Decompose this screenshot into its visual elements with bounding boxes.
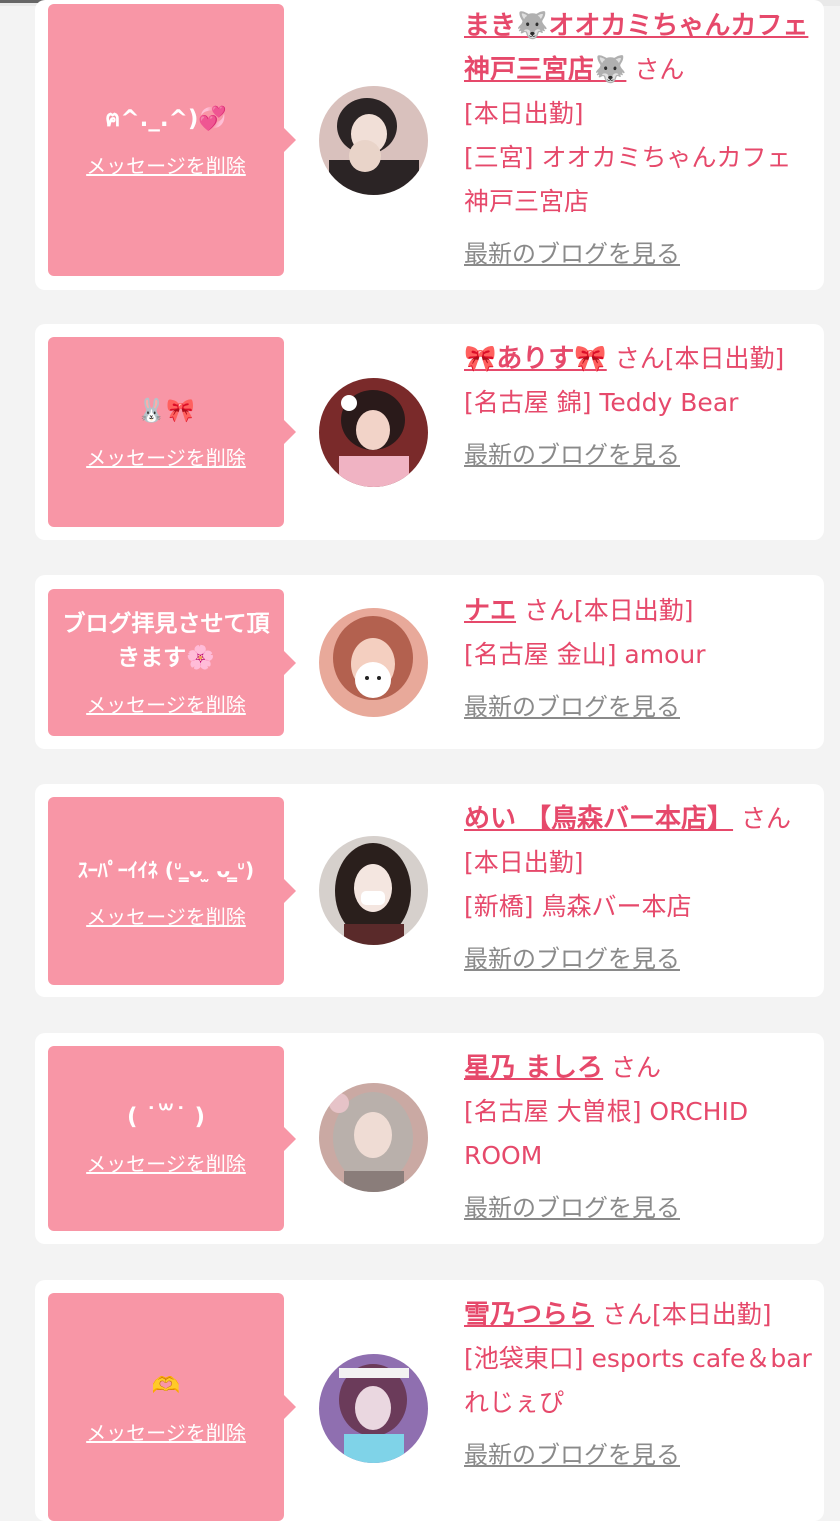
latest-blog-link[interactable]: 最新のブログを見る <box>464 937 680 981</box>
status-text: [本日出勤] <box>464 99 584 128</box>
avatar[interactable] <box>319 1354 428 1463</box>
message-bubble: ฅ^._.^)💞 メッセージを削除 <box>48 4 296 276</box>
info-block: ナエ さん[本日出勤] [名古屋 金山] amour 最新のブログを見る <box>464 589 814 729</box>
message-text: ブログ拝見させて頂きます🌸 <box>62 611 270 671</box>
message-text: 🐰🎀 <box>137 397 195 424</box>
delete-message-link[interactable]: メッセージを削除 <box>86 901 246 930</box>
honorific: さん <box>741 804 792 833</box>
delete-message-link[interactable]: メッセージを削除 <box>86 1148 246 1177</box>
cast-name-link[interactable]: 雪乃つらら <box>464 1300 594 1330</box>
info-block: めい 【鳥森バー本店】 さん [本日出勤] [新橋] 鳥森バー本店 最新のブログを… <box>464 797 814 981</box>
shop-location: [三宮] オオカミちゃんカフェ神戸三宮店 <box>464 143 792 216</box>
cast-name-link[interactable]: めい 【鳥森バー本店】 <box>464 804 733 834</box>
message-text: 🫶 <box>151 1372 181 1399</box>
message-text: ( ˙꒳​˙ ) <box>126 1104 205 1130</box>
message-card: ( ˙꒳​˙ ) メッセージを削除 星乃 ましろ さん [名古屋 大曽根] OR… <box>35 1033 824 1244</box>
avatar[interactable] <box>319 836 428 945</box>
honorific: さん <box>601 1300 652 1329</box>
latest-blog-link[interactable]: 最新のブログを見る <box>464 232 680 276</box>
message-bubble: 🫶 メッセージを削除 <box>48 1293 296 1521</box>
cast-name-link[interactable]: ナエ <box>464 596 516 626</box>
avatar[interactable] <box>319 86 428 195</box>
shop-location: [新橋] 鳥森バー本店 <box>464 892 692 921</box>
message-card: 🫶 メッセージを削除 雪乃つらら さん[本日出勤] [池袋東口] esports… <box>35 1280 824 1521</box>
status-text: [本日出勤] <box>573 596 694 625</box>
delete-message-link[interactable]: メッセージを削除 <box>86 150 246 179</box>
latest-blog-link[interactable]: 最新のブログを見る <box>464 433 680 477</box>
cast-name-link[interactable]: 星乃 ましろ <box>464 1053 603 1083</box>
shop-location: [名古屋 金山] amour <box>464 640 706 669</box>
message-bubble: ｽｰﾊﾟｰｲｲﾈ (ᐡ ̳ᴗ ̫ ᴗ ̳ᐡ) メッセージを削除 <box>48 797 296 985</box>
shop-location: [名古屋 錦] Teddy Bear <box>464 388 739 417</box>
delete-message-link[interactable]: メッセージを削除 <box>86 442 246 471</box>
avatar[interactable] <box>319 378 428 487</box>
latest-blog-link[interactable]: 最新のブログを見る <box>464 1186 680 1230</box>
info-block: 星乃 ましろ さん [名古屋 大曽根] ORCHID ROOM 最新のブログを見… <box>464 1046 814 1230</box>
avatar[interactable] <box>319 1083 428 1192</box>
delete-message-link[interactable]: メッセージを削除 <box>86 689 246 718</box>
status-text: [本日出勤] <box>651 1300 772 1329</box>
avatar[interactable] <box>319 608 428 717</box>
honorific: さん <box>611 1053 662 1082</box>
message-bubble: ( ˙꒳​˙ ) メッセージを削除 <box>48 1046 296 1231</box>
info-block: 雪乃つらら さん[本日出勤] [池袋東口] esports cafe＆bar れ… <box>464 1293 814 1477</box>
honorific: さん <box>614 344 665 373</box>
status-text: [本日出勤] <box>464 848 584 877</box>
message-card: ブログ拝見させて頂きます🌸 メッセージを削除 ナエ さん[本日出勤] [名古屋 … <box>35 575 824 749</box>
status-text: [本日出勤] <box>664 344 785 373</box>
delete-message-link[interactable]: メッセージを削除 <box>86 1417 246 1446</box>
shop-location: [池袋東口] esports cafe＆bar れじぇぴ <box>464 1344 812 1417</box>
message-text: ฅ^._.^)💞 <box>104 105 228 132</box>
latest-blog-link[interactable]: 最新のブログを見る <box>464 1433 680 1477</box>
message-bubble: ブログ拝見させて頂きます🌸 メッセージを削除 <box>48 589 296 736</box>
message-card: ｽｰﾊﾟｰｲｲﾈ (ᐡ ̳ᴗ ̫ ᴗ ̳ᐡ) メッセージを削除 めい 【鳥森バー… <box>35 784 824 997</box>
info-block: まき🐺オオカミちゃんカフェ神戸三宮店🐺 さん [本日出勤] [三宮] オオカミち… <box>464 4 814 276</box>
message-text: ｽｰﾊﾟｰｲｲﾈ (ᐡ ̳ᴗ ̫ ᴗ ̳ᐡ) <box>77 857 255 882</box>
info-block: 🎀ありす🎀 さん[本日出勤] [名古屋 錦] Teddy Bear 最新のブログ… <box>464 337 814 477</box>
latest-blog-link[interactable]: 最新のブログを見る <box>464 685 680 729</box>
message-card: ฅ^._.^)💞 メッセージを削除 まき🐺オオカミちゃんカフェ神戸三宮店🐺 さん… <box>35 0 824 290</box>
message-bubble: 🐰🎀 メッセージを削除 <box>48 337 296 527</box>
honorific: さん <box>523 596 574 625</box>
honorific: さん <box>634 55 685 84</box>
message-card: 🐰🎀 メッセージを削除 🎀ありす🎀 さん[本日出勤] [名古屋 錦] Teddy… <box>35 324 824 540</box>
cast-name-link[interactable]: 🎀ありす🎀 <box>464 344 607 374</box>
shop-location: [名古屋 大曽根] ORCHID ROOM <box>464 1097 749 1170</box>
